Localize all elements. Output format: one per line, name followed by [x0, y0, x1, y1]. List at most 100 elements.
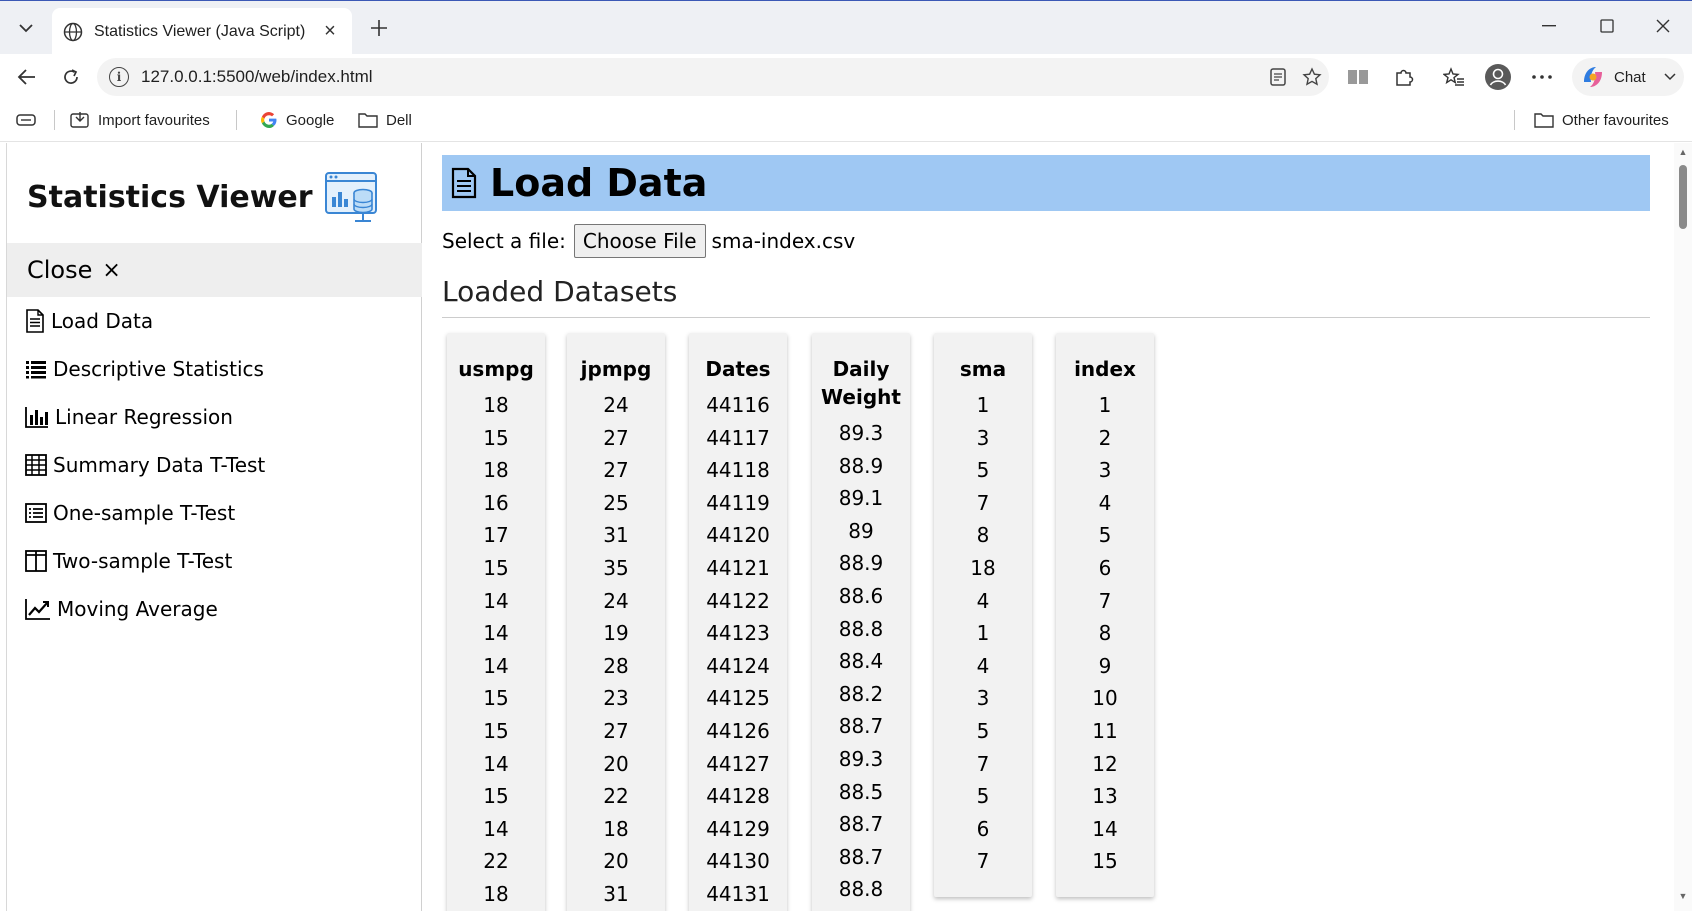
sidebar-item-label: Load Data — [51, 309, 154, 333]
ellipsis-icon — [1532, 75, 1552, 79]
dataset-cell: 7 — [1098, 588, 1112, 613]
sidebar-item-one-sample-t-test[interactable]: One-sample T-Test — [7, 489, 422, 537]
minimize-button[interactable] — [1522, 1, 1576, 51]
maximize-button[interactable] — [1580, 1, 1634, 51]
google-icon — [261, 112, 277, 128]
dataset-column-sma: sma 1 3 5 7 8 18 4 1 4 3 5 7 5 6 7 — [934, 333, 1032, 897]
copilot-chat-button[interactable]: Chat — [1572, 58, 1684, 96]
tab-actions-menu[interactable] — [8, 9, 44, 47]
puzzle-icon — [1396, 69, 1414, 86]
dataset-header: jpmpg — [580, 357, 652, 381]
dataset-cell: 89.1 — [838, 486, 884, 511]
dataset-cell: 44129 — [706, 816, 770, 841]
dataset-cell: 5 — [1098, 523, 1112, 548]
dataset-cell: 10 — [1092, 686, 1118, 711]
avatar-icon — [1485, 64, 1511, 90]
sidebar-item-moving-average[interactable]: Moving Average — [7, 585, 422, 633]
dell-favourite-folder[interactable]: Dell — [358, 106, 412, 134]
minimize-icon — [1542, 25, 1556, 27]
dataset-column-usmpg: usmpg 18 15 18 16 17 15 14 14 14 15 15 1… — [447, 333, 545, 911]
google-favourite-label: Google — [286, 111, 335, 129]
dataset-cell: 1 — [976, 393, 990, 417]
profile-button[interactable] — [1480, 60, 1516, 94]
dataset-cell: 13 — [1092, 784, 1118, 809]
sidebar-item-label: Linear Regression — [55, 405, 233, 429]
scrollbar-thumb[interactable] — [1679, 165, 1687, 229]
dataset-cell: 44116 — [706, 393, 770, 417]
close-icon — [1656, 19, 1670, 33]
dataset-cell: 18 — [603, 816, 629, 841]
dataset-cell: 18 — [483, 881, 509, 906]
import-favourites-label: Import favourites — [98, 111, 210, 129]
dataset-cell: 6 — [976, 816, 990, 841]
other-favourites-label: Other favourites — [1562, 111, 1669, 129]
chevron-down-icon[interactable] — [1664, 73, 1676, 81]
dataset-cell: 44125 — [706, 686, 770, 711]
sidebar-item-load-data[interactable]: Load Data — [7, 297, 422, 345]
statistics-logo-icon — [324, 172, 377, 222]
more-menu-button[interactable] — [1524, 60, 1560, 94]
window-close-button[interactable] — [1636, 1, 1690, 51]
dataset-cell: 15 — [483, 555, 509, 580]
scroll-up-icon[interactable]: ▲ — [1678, 147, 1688, 157]
url-text[interactable]: 127.0.0.1:5500/web/index.html — [141, 67, 1261, 87]
import-icon — [70, 112, 89, 128]
dataset-header: sma — [959, 357, 1007, 381]
dataset-cell: 5 — [976, 458, 990, 483]
address-toolbar: i 127.0.0.1:5500/web/index.html Chat — [0, 54, 1692, 98]
favourite-star-icon[interactable] — [1295, 60, 1329, 94]
dataset-cell: 22 — [603, 784, 629, 809]
dataset-cell: 14 — [1092, 816, 1118, 841]
favourites-separator — [236, 110, 237, 130]
main-content: Load Data Select a file: Choose File sma… — [422, 143, 1674, 911]
dataset-cell: 88.7 — [838, 844, 884, 869]
dataset-cell: 88.2 — [838, 681, 884, 706]
dataset-column-dates: Dates 44116 44117 44118 44119 44120 4412… — [689, 333, 787, 911]
scroll-down-icon[interactable]: ▼ — [1678, 891, 1688, 901]
close-sidebar-button[interactable]: Close × — [7, 243, 422, 297]
import-favourites-link[interactable]: Import favourites — [70, 106, 210, 134]
close-tab-icon[interactable]: × — [318, 20, 342, 44]
reload-button[interactable] — [54, 60, 88, 94]
dataset-cell: 44117 — [706, 425, 770, 450]
dataset-cell: 4 — [1098, 490, 1112, 515]
address-bar[interactable]: i 127.0.0.1:5500/web/index.html — [97, 58, 1329, 96]
dataset-cell: 44120 — [706, 523, 770, 548]
dataset-cell: 18 — [483, 393, 509, 417]
sidebar-item-linear-regression[interactable]: Linear Regression — [7, 393, 422, 441]
maximize-icon — [1600, 19, 1614, 33]
favourites-separator — [54, 110, 55, 130]
file-label: Select a file: — [442, 229, 566, 253]
sidebar-item-summary-data-t-test[interactable]: Summary Data T-Test — [7, 441, 422, 489]
dataset-cell: 4 — [976, 588, 990, 613]
dataset-column-daily-weight: Daily Weight 89.3 88.9 89.1 89 88.9 88.6… — [812, 333, 910, 911]
new-tab-button[interactable] — [364, 13, 394, 43]
dataset-cell: 9 — [1098, 653, 1112, 678]
google-favourite-link[interactable]: Google — [260, 106, 334, 134]
sidebar-item-two-sample-t-test[interactable]: Two-sample T-Test — [7, 537, 422, 585]
dataset-cell: 44130 — [706, 849, 770, 874]
dataset-cell: 15 — [483, 425, 509, 450]
sidebar-item-descriptive-statistics[interactable]: Descriptive Statistics — [7, 345, 422, 393]
tab-sync-button[interactable] — [16, 106, 44, 134]
dataset-cell: 44127 — [706, 751, 770, 776]
extensions-button[interactable] — [1386, 60, 1422, 94]
dataset-cell: 15 — [483, 686, 509, 711]
dataset-cell: 17 — [483, 523, 509, 548]
other-favourites-folder[interactable]: Other favourites — [1534, 106, 1669, 134]
dataset-cell: 35 — [603, 555, 629, 580]
selected-file-name: sma-index.csv — [711, 229, 856, 253]
sidebar-menu: Load Data Descriptive Statistics Linear … — [7, 297, 422, 633]
page-scrollbar[interactable]: ▲ ▼ — [1674, 143, 1692, 911]
favourites-button[interactable] — [1436, 60, 1472, 94]
choose-file-button[interactable]: Choose File — [573, 224, 706, 258]
dataset-cell: 7 — [976, 751, 990, 776]
split-screen-button[interactable] — [1340, 60, 1376, 94]
reader-view-icon[interactable] — [1261, 60, 1295, 94]
dataset-cell: 5 — [976, 784, 990, 809]
favourites-bar: Import favourites Google Dell Other favo… — [0, 98, 1692, 142]
back-button[interactable] — [10, 60, 44, 94]
site-info-icon[interactable]: i — [109, 67, 129, 87]
browser-tab[interactable]: Statistics Viewer (Java Script) × — [52, 8, 352, 55]
dataset-cell: 44124 — [706, 653, 770, 678]
